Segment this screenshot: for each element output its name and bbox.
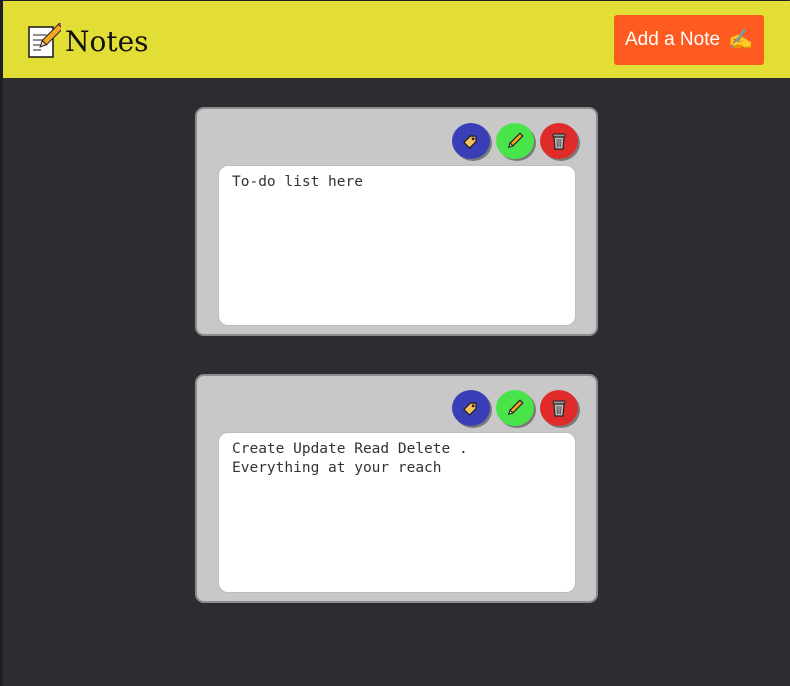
note-textarea[interactable]: Create Update Read Delete . Everything a… <box>218 432 576 593</box>
edit-button[interactable] <box>496 123 534 159</box>
add-note-button[interactable]: Add a Note ✍ <box>614 15 764 65</box>
trash-icon <box>552 400 566 417</box>
trash-icon <box>552 133 566 150</box>
writing-hand-icon: ✍ <box>728 29 753 51</box>
navbar: Notes Add a Note ✍ <box>3 1 790 78</box>
note-actions <box>452 390 578 426</box>
note-card: To-do list here <box>195 107 598 336</box>
tag-icon <box>463 402 477 416</box>
brand[interactable]: Notes <box>25 21 149 61</box>
note-actions <box>452 123 578 159</box>
delete-button[interactable] <box>540 123 578 159</box>
note-card: Create Update Read Delete . Everything a… <box>195 374 598 603</box>
pencil-icon <box>507 132 524 149</box>
memo-icon <box>28 23 61 58</box>
note-textarea[interactable]: To-do list here <box>218 165 576 326</box>
add-note-label: Add a Note <box>625 29 721 50</box>
tag-button[interactable] <box>452 390 490 426</box>
tag-icon <box>463 135 477 149</box>
app-title: Notes <box>65 24 149 58</box>
delete-button[interactable] <box>540 390 578 426</box>
edit-button[interactable] <box>496 390 534 426</box>
tag-button[interactable] <box>452 123 490 159</box>
pencil-icon <box>507 399 524 416</box>
